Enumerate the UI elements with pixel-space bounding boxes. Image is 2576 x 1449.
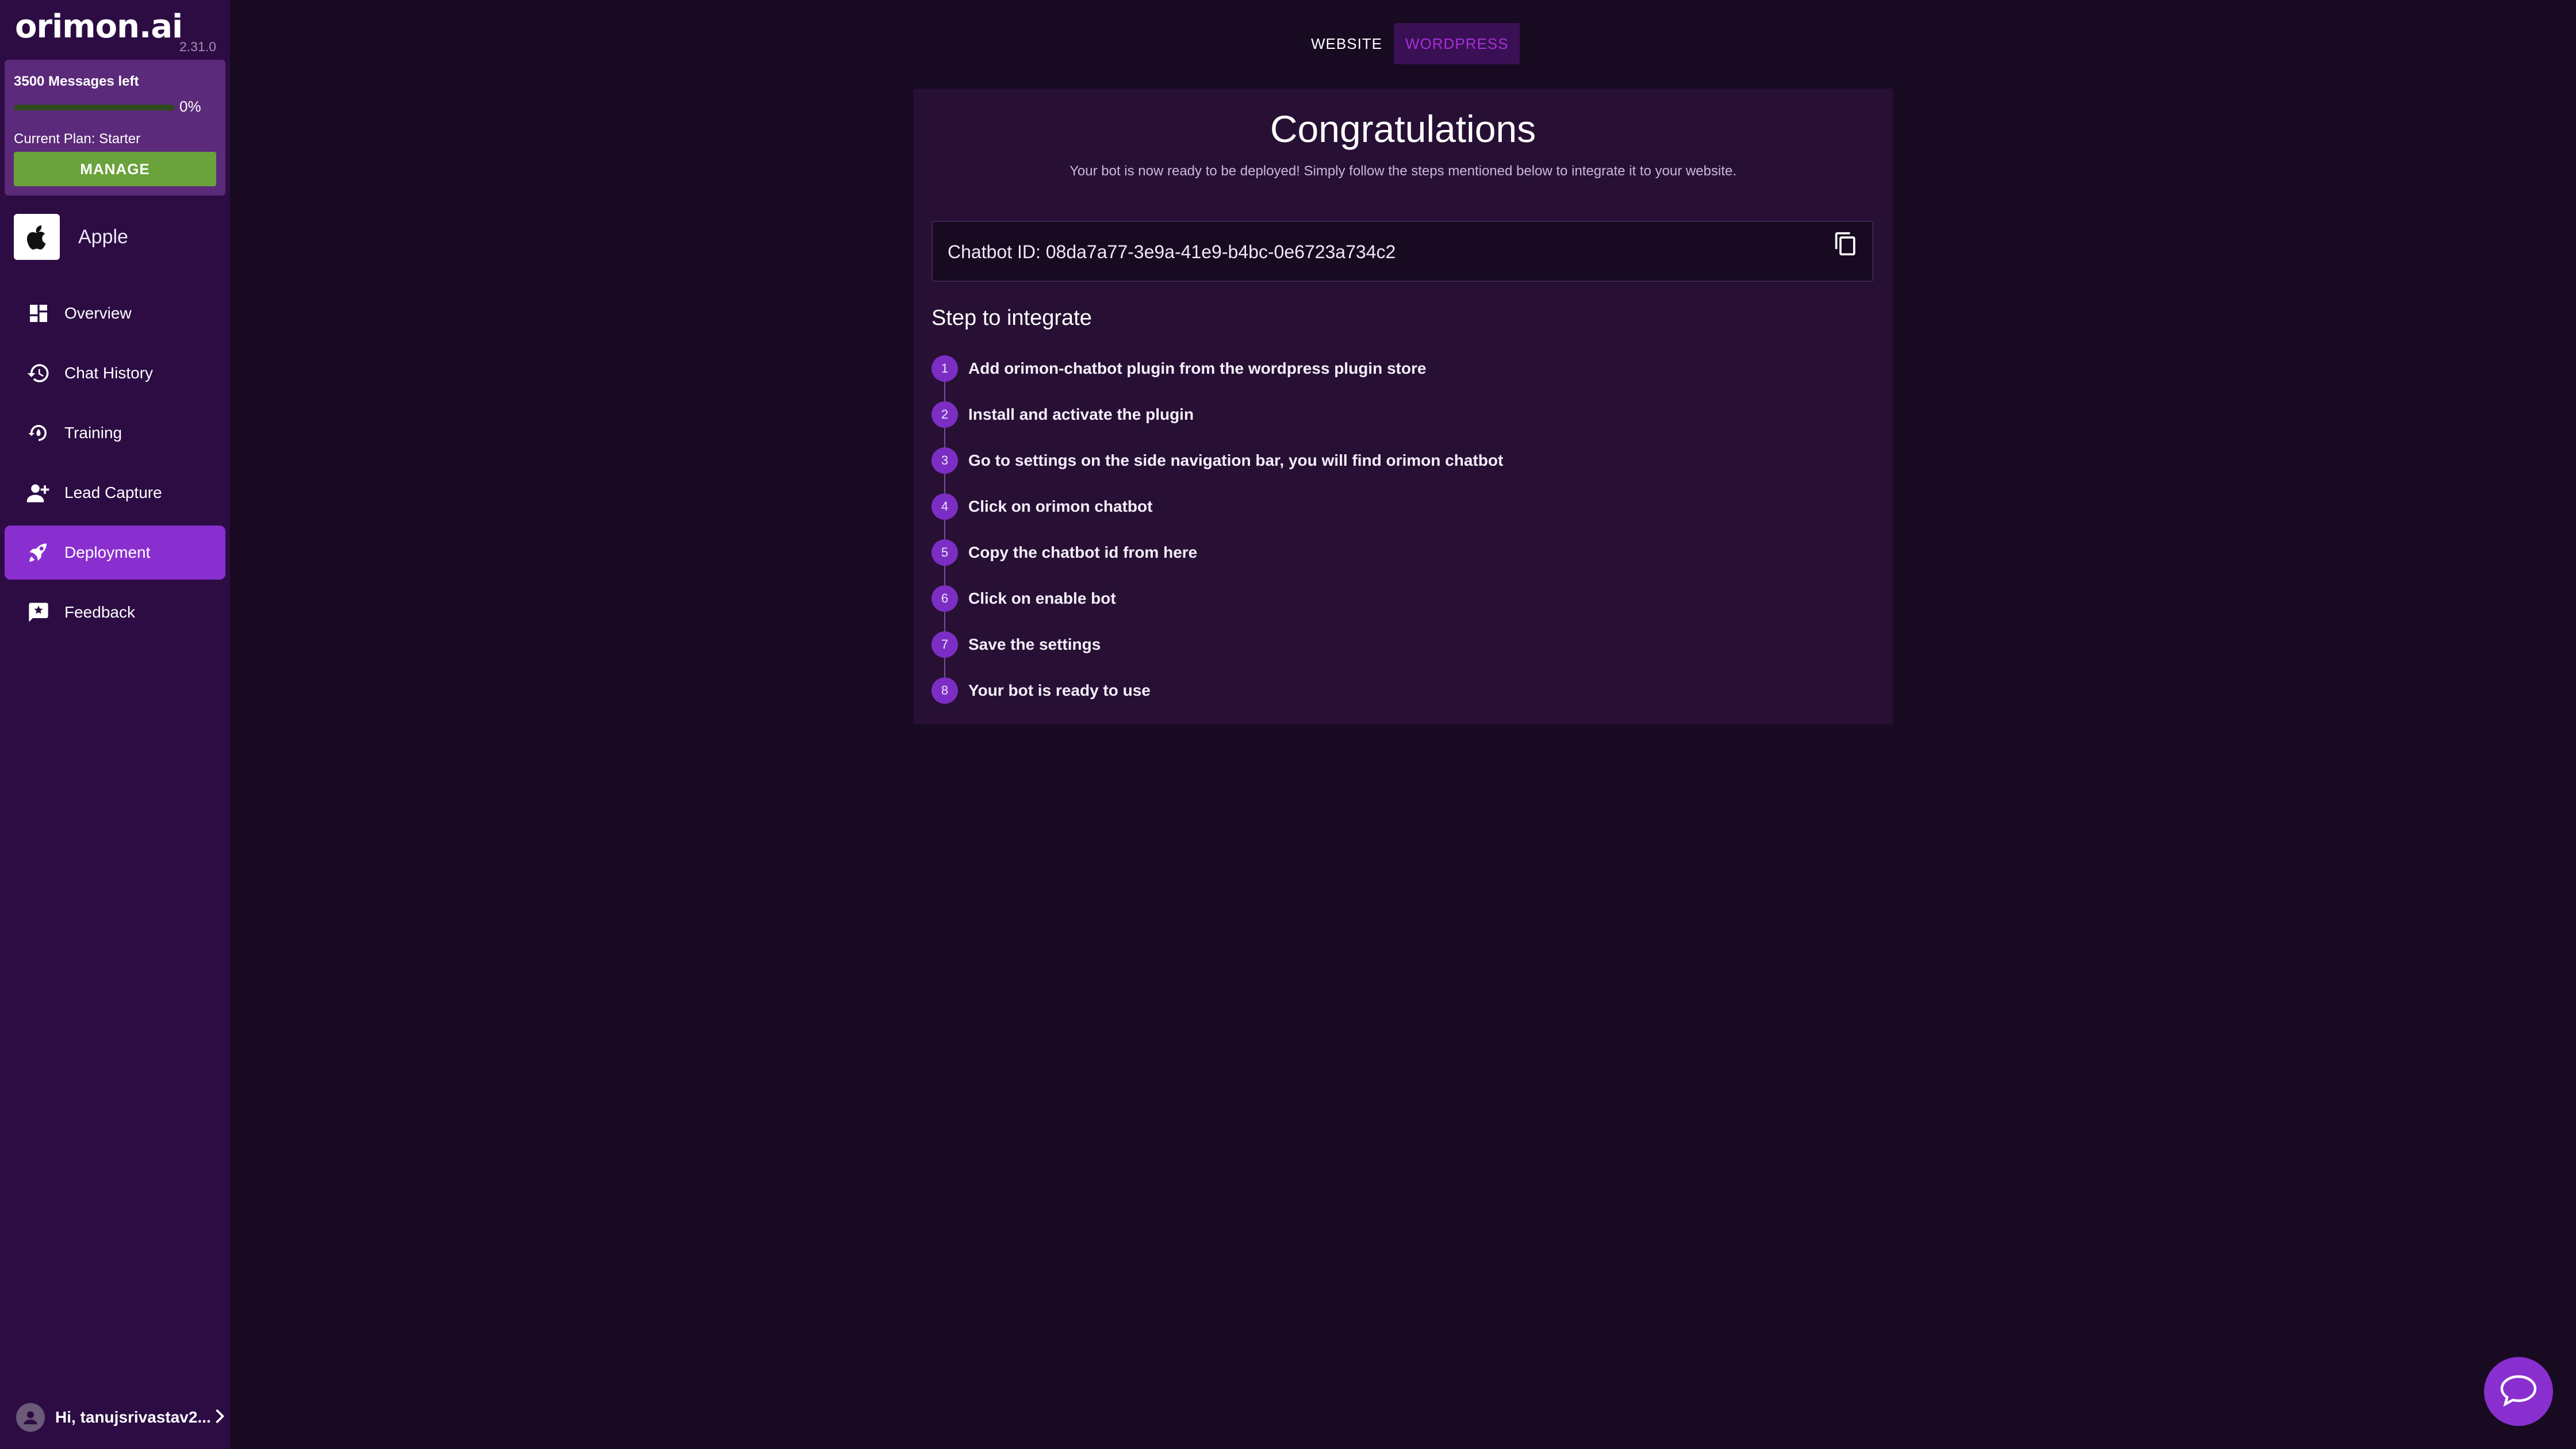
step-number: 4 <box>931 493 958 520</box>
user-menu[interactable]: Hi, tanujsrivastav2... <box>16 1403 226 1432</box>
step-connector <box>944 658 945 677</box>
dashboard-icon <box>24 299 53 328</box>
tab-website[interactable]: WEBSITE <box>1300 23 1394 64</box>
step-connector <box>944 428 945 447</box>
step-connector <box>944 566 945 585</box>
step-number: 2 <box>931 401 958 428</box>
user-greeting: Hi, tanujsrivastav2... <box>55 1408 211 1426</box>
sidebar-item-label: Feedback <box>64 603 135 621</box>
list-item: 8 Your bot is ready to use <box>931 677 1503 723</box>
user-avatar-icon <box>16 1403 45 1432</box>
sidebar-nav: Overview Chat History Training Lead Capt… <box>5 286 225 645</box>
step-text: Install and activate the plugin <box>968 405 1194 423</box>
sidebar-item-feedback[interactable]: Feedback <box>5 585 225 639</box>
sidebar: orimon.ai 2.31.0 3500 Messages left 0% C… <box>0 0 230 1449</box>
page-title: Congratulations <box>1270 108 1536 150</box>
sidebar-item-label: Overview <box>64 304 132 322</box>
list-item: 5 Copy the chatbot id from here <box>931 539 1503 585</box>
sidebar-item-label: Chat History <box>64 364 154 382</box>
manage-button[interactable]: MANAGE <box>14 152 216 186</box>
bot-selector[interactable]: Apple <box>14 214 128 260</box>
steps-list: 1 Add orimon-chatbot plugin from the wor… <box>931 355 1503 723</box>
chevron-right-icon <box>213 1409 226 1427</box>
chatbot-id: Chatbot ID: 08da7a77-3e9a-41e9-b4bc-0e67… <box>948 241 1396 262</box>
training-icon <box>24 419 53 447</box>
sidebar-item-lead-capture[interactable]: Lead Capture <box>5 466 225 520</box>
list-item: 3 Go to settings on the side navigation … <box>931 447 1503 493</box>
brand-logo[interactable]: orimon.ai <box>15 8 183 45</box>
apple-logo-icon <box>14 214 60 260</box>
plan-card: 3500 Messages left 0% Current Plan: Star… <box>5 60 225 195</box>
feedback-icon <box>24 598 53 627</box>
step-number: 6 <box>931 585 958 612</box>
sidebar-item-deployment[interactable]: Deployment <box>5 526 225 580</box>
page-subtitle: Your bot is now ready to be deployed! Si… <box>1070 163 1736 179</box>
copy-icon[interactable] <box>1833 231 1858 256</box>
list-item: 1 Add orimon-chatbot plugin from the wor… <box>931 355 1503 401</box>
usage-percent: 0% <box>179 98 201 115</box>
step-number: 3 <box>931 447 958 474</box>
step-number: 5 <box>931 539 958 566</box>
list-item: 6 Click on enable bot <box>931 585 1503 631</box>
step-text: Save the settings <box>968 635 1101 653</box>
step-text: Your bot is ready to use <box>968 681 1151 699</box>
sidebar-item-chat-history[interactable]: Chat History <box>5 346 225 400</box>
chat-bubble-icon <box>2498 1373 2539 1410</box>
rocket-icon <box>24 538 53 567</box>
step-text: Copy the chatbot id from here <box>968 543 1198 561</box>
step-number: 7 <box>931 631 958 658</box>
bot-name: Apple <box>78 225 128 248</box>
sidebar-item-overview[interactable]: Overview <box>5 286 225 340</box>
sidebar-item-training[interactable]: Training <box>5 406 225 460</box>
list-item: 4 Click on orimon chatbot <box>931 493 1503 539</box>
steps-title: Step to integrate <box>931 306 1092 330</box>
step-text: Click on enable bot <box>968 589 1116 607</box>
step-text: Go to settings on the side navigation ba… <box>968 451 1504 469</box>
sidebar-item-label: Lead Capture <box>64 484 162 501</box>
step-connector <box>944 382 945 401</box>
add-user-icon <box>24 478 53 507</box>
usage-progress-bar <box>14 105 175 110</box>
step-number: 8 <box>931 677 958 704</box>
current-plan: Current Plan: Starter <box>14 131 141 147</box>
step-connector <box>944 520 945 539</box>
messages-left: 3500 Messages left <box>14 74 139 89</box>
sidebar-item-label: Deployment <box>64 543 151 561</box>
list-item: 7 Save the settings <box>931 631 1503 677</box>
list-item: 2 Install and activate the plugin <box>931 401 1503 447</box>
chatbot-id-box: Chatbot ID: 08da7a77-3e9a-41e9-b4bc-0e67… <box>931 221 1873 282</box>
app-version: 2.31.0 <box>179 39 216 54</box>
platform-tabs: WEBSITE WORDPRESS <box>1300 23 1520 64</box>
step-number: 1 <box>931 355 958 382</box>
step-text: Click on orimon chatbot <box>968 497 1153 515</box>
history-icon <box>24 359 53 388</box>
tab-wordpress[interactable]: WORDPRESS <box>1394 23 1520 64</box>
step-connector <box>944 474 945 493</box>
step-text: Add orimon-chatbot plugin from the wordp… <box>968 359 1427 377</box>
sidebar-item-label: Training <box>64 424 122 442</box>
chat-widget-button[interactable] <box>2484 1357 2553 1426</box>
deployment-card: Congratulations Your bot is now ready to… <box>913 89 1893 724</box>
step-connector <box>944 612 945 631</box>
